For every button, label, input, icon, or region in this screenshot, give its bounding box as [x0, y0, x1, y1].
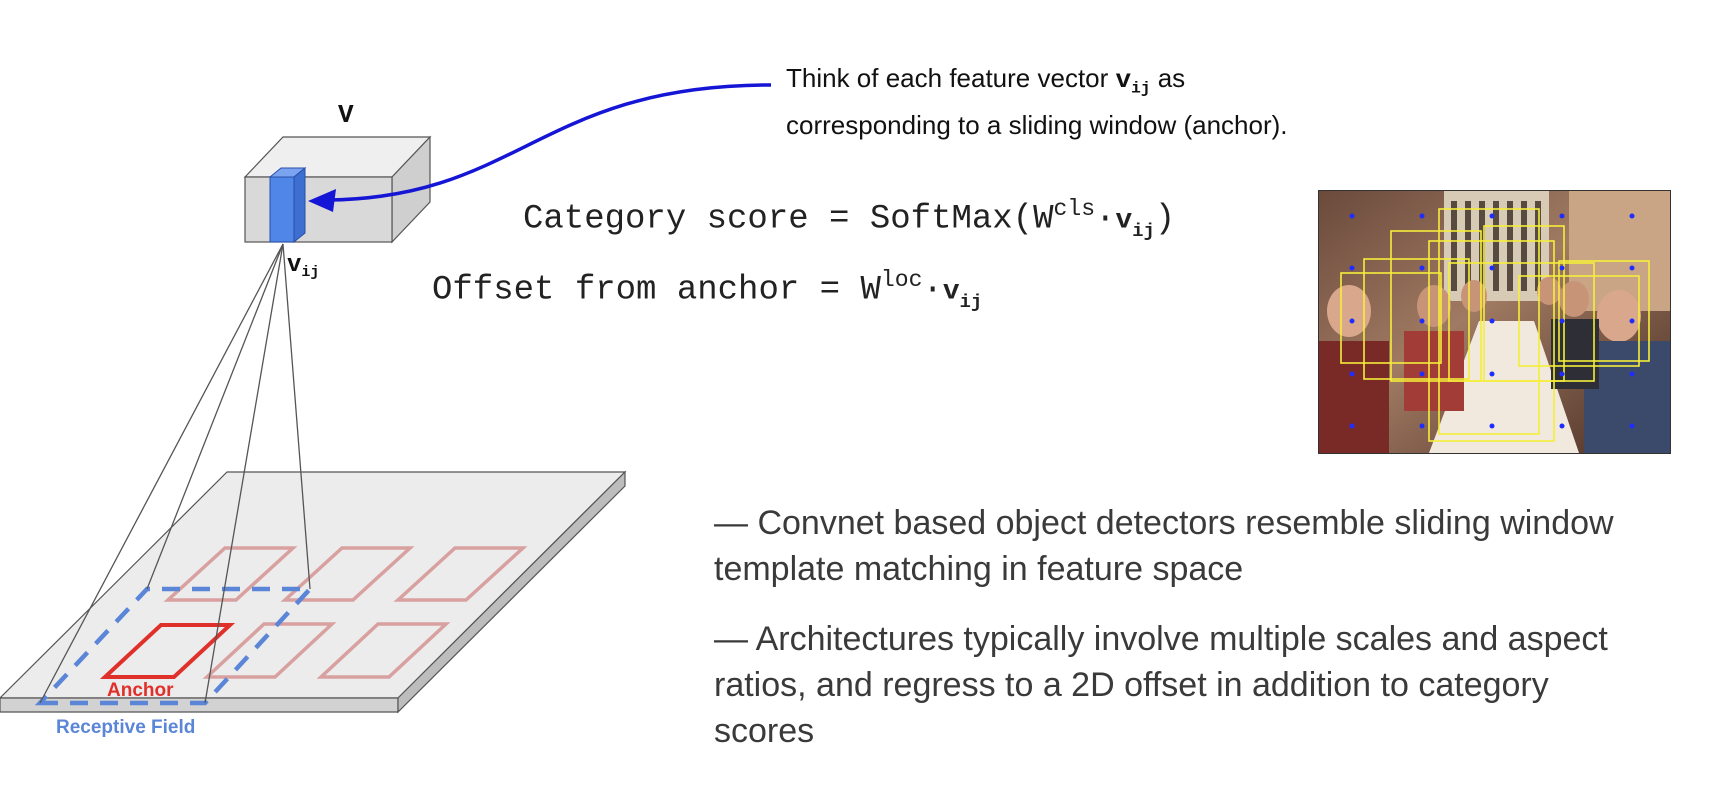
offset-eq-sub: ij: [959, 291, 983, 314]
category-score-equation: Category score = SoftMax(Wcls·vij): [523, 196, 1175, 242]
bullet-item: — Convnet based object detectors resembl…: [714, 504, 1614, 588]
callout-var-main: v: [1115, 65, 1132, 95]
volume-label: V: [338, 100, 354, 130]
offset-eq-dot: ·: [922, 271, 943, 310]
vector-label-var: v: [287, 252, 302, 279]
callout-prefix: Think of each feature vector: [786, 63, 1116, 93]
category-eq-lhs: Category score = SoftMax(W: [523, 200, 1054, 239]
category-eq-sup: cls: [1053, 196, 1096, 222]
bullet-list: — Convnet based object detectors resembl…: [714, 500, 1634, 778]
category-eq-dot: ·: [1095, 200, 1116, 239]
category-eq-var: v: [1115, 205, 1133, 237]
image-plane: [0, 470, 627, 714]
category-eq-sub: ij: [1132, 220, 1155, 243]
detection-photo: [1318, 190, 1671, 454]
callout-text: Think of each feature vector vij as corr…: [786, 60, 1288, 143]
offset-eq-var: v: [942, 276, 960, 308]
callout-suffix: as: [1150, 63, 1186, 93]
detection-photo-graphic: [1319, 191, 1670, 453]
vector-label-sub: ij: [301, 265, 320, 282]
receptive-field-label: Receptive Field: [56, 717, 196, 738]
callout-var-sub: ij: [1131, 79, 1151, 98]
offset-equation: Offset from anchor = Wloc·vij: [432, 267, 982, 313]
bullet-item: — Architectures typically involve multip…: [714, 620, 1608, 750]
vector-label: vij: [287, 252, 319, 281]
category-eq-close: ): [1154, 200, 1176, 239]
callout-var: vij: [1115, 65, 1151, 98]
callout-line-2: corresponding to a sliding window (ancho…: [786, 109, 1288, 140]
anchor-label: Anchor: [107, 680, 174, 701]
callout-line-1: Think of each feature vector vij as: [786, 60, 1288, 107]
feature-vector-column: [268, 166, 307, 244]
offset-eq-lhs: Offset from anchor = W: [432, 271, 881, 310]
offset-eq-sup: loc: [880, 267, 923, 293]
